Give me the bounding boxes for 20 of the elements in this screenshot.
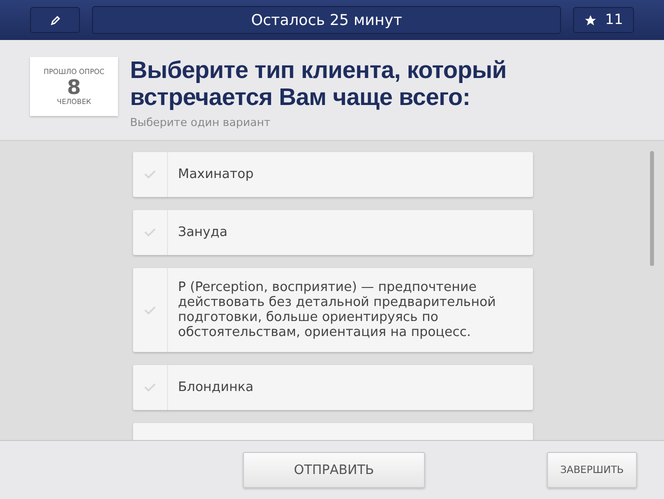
option-card[interactable]: Блондинка [133,365,533,410]
question-hint: Выберите один вариант [130,116,272,129]
edit-button[interactable] [30,7,80,33]
stars-count: 11 [605,12,623,28]
option-label: Махинатор [177,166,255,184]
scrollbar[interactable] [650,151,654,266]
star-icon [584,14,598,26]
finish-button[interactable]: ЗАВЕРШИТЬ [547,452,637,488]
question-title: Выберите тип клиента, который встречается Вам чаще всего: [130,57,508,111]
option-label: P (Perception, восприятие) — предпочтение действовать без детальной предварительной подготовки, больше ориентируясь по обстоятельствам, ориентация на процесс. [177,279,497,342]
pencil-icon [50,14,60,26]
timer-label: Осталось 25 минут [92,6,562,34]
option-label: Зануда [177,224,228,242]
submit-button[interactable]: ОТПРАВИТЬ [243,452,425,488]
stars-button[interactable]: 11 [573,7,634,33]
option-card[interactable]: Махинатор [133,152,533,197]
option-card[interactable]: Зануда [133,210,533,255]
option-label: Блондинка [177,379,254,397]
option-card[interactable]: P (Perception, восприятие) — предпочтение действовать без детальной предварительной подготовки, больше ориентируясь по обстоятельствам, ориентация на процесс. [133,268,533,352]
counter-value: 8 [67,76,81,98]
